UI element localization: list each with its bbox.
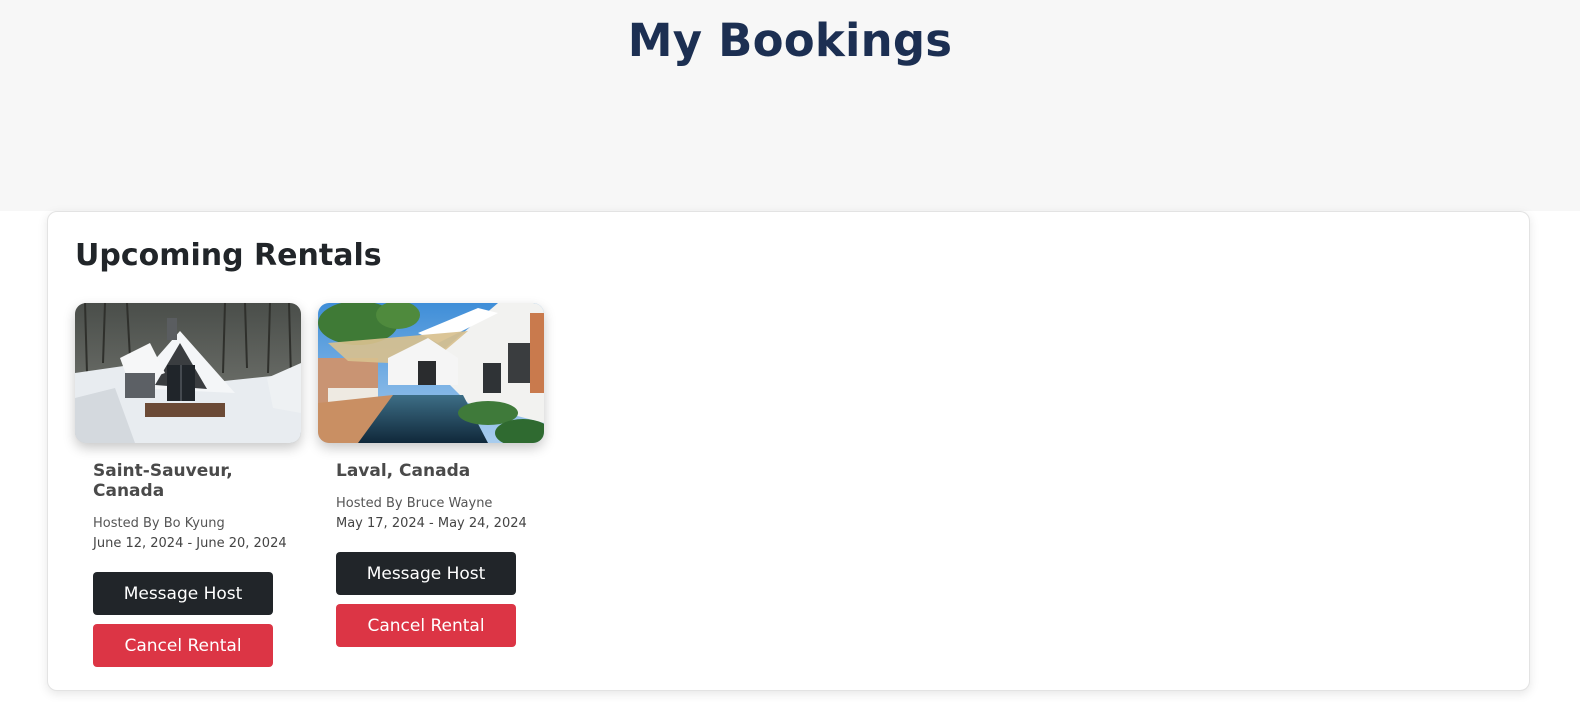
cancel-rental-button[interactable]: Cancel Rental [93, 624, 273, 667]
rental-card: Laval, Canada Hosted By Bruce Wayne May … [318, 303, 544, 647]
rental-card: Saint-Sauveur, Canada Hosted By Bo Kyung… [75, 303, 301, 667]
section-title: Upcoming Rentals [75, 238, 382, 273]
upcoming-rentals-panel: Upcoming Rentals Saint-Sauveur, Canada H… [47, 211, 1530, 691]
page-title: My Bookings [627, 14, 953, 67]
rental-photo[interactable] [318, 303, 544, 443]
host-name: Hosted By Bo Kyung [93, 516, 225, 531]
rental-location: Saint-Sauveur, Canada [93, 461, 233, 501]
message-host-button[interactable]: Message Host [93, 572, 273, 615]
message-host-button[interactable]: Message Host [336, 552, 516, 595]
rental-dates: June 12, 2024 - June 20, 2024 [93, 536, 287, 551]
rental-dates: May 17, 2024 - May 24, 2024 [336, 516, 527, 531]
host-name: Hosted By Bruce Wayne [336, 496, 493, 511]
rental-photo[interactable] [75, 303, 301, 443]
pool-house-photo [318, 303, 544, 443]
cancel-rental-button[interactable]: Cancel Rental [336, 604, 516, 647]
rental-location: Laval, Canada [336, 461, 471, 481]
snowy-chalet-photo [75, 303, 301, 443]
